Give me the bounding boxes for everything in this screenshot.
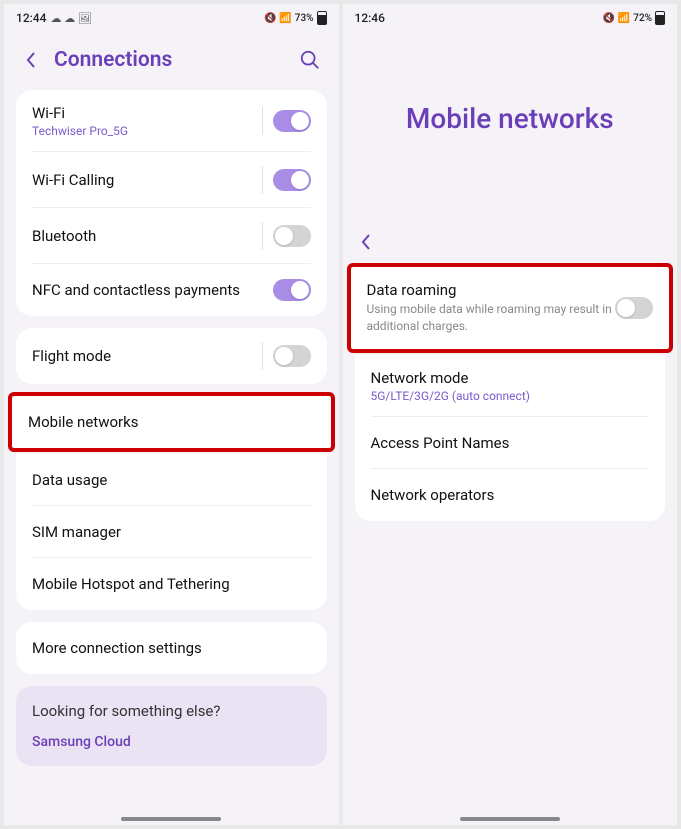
nfc-toggle[interactable] [273, 279, 311, 301]
page-title: Connections [54, 48, 285, 72]
data-roaming-highlight: Data roaming Using mobile data while roa… [347, 263, 674, 353]
mobile-networks-highlight: Mobile networks [8, 392, 335, 452]
data-roaming-toggle[interactable] [615, 297, 653, 319]
more-settings-row[interactable]: More connection settings [16, 622, 327, 674]
bluetooth-toggle[interactable] [273, 225, 311, 247]
wifi-calling-toggle[interactable] [273, 169, 311, 191]
mobile-networks-screen: 12:46 🔇 📶 72% Mobile networks Data roami… [343, 4, 678, 825]
wifi-label: Wi-Fi [32, 104, 256, 122]
network-mode-row[interactable]: Network mode 5G/LTE/3G/2G (auto connect) [355, 355, 666, 417]
data-roaming-row[interactable]: Data roaming Using mobile data while roa… [351, 267, 670, 349]
divider [262, 222, 263, 250]
back-icon[interactable] [357, 233, 375, 251]
sim-manager-row[interactable]: SIM manager [16, 506, 327, 558]
home-indicator[interactable] [460, 817, 560, 821]
status-bar: 12:44 ☁ ☁ 🖼 🔇 📶 73% [4, 4, 339, 32]
notification-icons: ☁ ☁ 🖼 [50, 12, 91, 25]
signal-icons: 🔇 📶 [603, 13, 630, 24]
signal-icons: 🔇 📶 [264, 13, 291, 24]
network-mode-sub: 5G/LTE/3G/2G (auto connect) [371, 389, 650, 403]
bluetooth-row[interactable]: Bluetooth [16, 208, 327, 264]
flight-mode-label: Flight mode [32, 347, 256, 365]
page-title: Mobile networks [343, 32, 678, 225]
wifi-row[interactable]: Wi-Fi Techwiser Pro_5G [16, 90, 327, 152]
battery-icon [317, 11, 327, 25]
nfc-row[interactable]: NFC and contactless payments [16, 264, 327, 316]
status-time: 12:44 [16, 11, 46, 25]
wifi-calling-label: Wi-Fi Calling [32, 171, 256, 189]
networks-group: Network mode 5G/LTE/3G/2G (auto connect)… [355, 355, 666, 521]
samsung-cloud-link[interactable]: Samsung Cloud [32, 734, 311, 750]
status-time: 12:46 [355, 11, 385, 25]
battery-percent: 73% [295, 13, 314, 24]
hint-card: Looking for something else? Samsung Clou… [16, 686, 327, 766]
wifi-calling-row[interactable]: Wi-Fi Calling [16, 152, 327, 208]
divider [262, 166, 263, 194]
apn-label: Access Point Names [371, 434, 650, 452]
apn-row[interactable]: Access Point Names [355, 417, 666, 469]
network-operators-label: Network operators [371, 486, 650, 504]
hotspot-row[interactable]: Mobile Hotspot and Tethering [16, 558, 327, 610]
search-icon[interactable] [299, 49, 321, 71]
mobile-networks-row[interactable]: Mobile networks [12, 396, 331, 448]
battery-icon [655, 11, 665, 25]
more-settings-label: More connection settings [32, 639, 311, 657]
hotspot-label: Mobile Hotspot and Tethering [32, 575, 311, 593]
wifi-network: Techwiser Pro_5G [32, 124, 256, 138]
back-icon[interactable] [22, 51, 40, 69]
connections-group-1: Wi-Fi Techwiser Pro_5G Wi-Fi Calling Blu… [16, 90, 327, 316]
data-usage-label: Data usage [32, 471, 311, 489]
flight-mode-toggle[interactable] [273, 345, 311, 367]
connections-group-2: Flight mode [16, 328, 327, 384]
header-bar [343, 225, 678, 261]
status-bar: 12:46 🔇 📶 72% [343, 4, 678, 32]
mobile-networks-label: Mobile networks [28, 413, 315, 431]
data-usage-row[interactable]: Data usage [16, 454, 327, 506]
connections-group-3: Data usage SIM manager Mobile Hotspot an… [16, 454, 327, 610]
data-roaming-sub: Using mobile data while roaming may resu… [367, 301, 616, 335]
divider [262, 107, 263, 135]
nfc-label: NFC and contactless payments [32, 281, 273, 299]
connections-group-4: More connection settings [16, 622, 327, 674]
home-indicator[interactable] [121, 817, 221, 821]
network-mode-label: Network mode [371, 369, 650, 387]
hint-title: Looking for something else? [32, 702, 311, 720]
bluetooth-label: Bluetooth [32, 227, 256, 245]
divider [262, 342, 263, 370]
flight-mode-row[interactable]: Flight mode [16, 328, 327, 384]
wifi-toggle[interactable] [273, 110, 311, 132]
sim-manager-label: SIM manager [32, 523, 311, 541]
header: Connections [4, 32, 339, 84]
data-roaming-label: Data roaming [367, 281, 616, 299]
network-operators-row[interactable]: Network operators [355, 469, 666, 521]
battery-percent: 72% [633, 13, 652, 24]
connections-screen: 12:44 ☁ ☁ 🖼 🔇 📶 73% Connections Wi-Fi Te… [4, 4, 339, 825]
